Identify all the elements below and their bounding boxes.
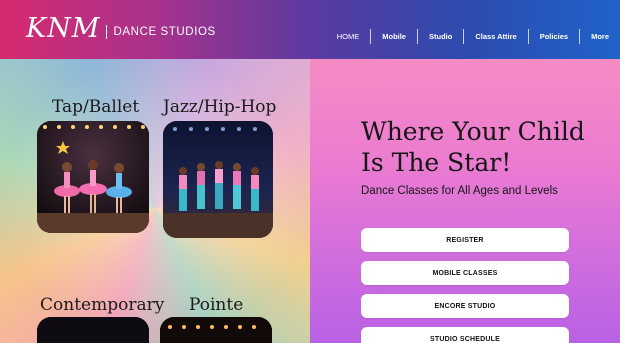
nav-policies[interactable]: Policies xyxy=(529,29,579,44)
contemporary-image xyxy=(37,317,149,343)
logo-text: KNM xyxy=(26,13,101,44)
hero-subheadline: Dance Classes for All Ages and Levels xyxy=(361,185,558,197)
logo-subtitle: DANCE STUDIOS xyxy=(113,25,216,38)
site-logo[interactable]: KNM DANCE STUDIOS xyxy=(26,13,216,44)
nav-class-attire[interactable]: Class Attire xyxy=(464,29,527,44)
nav-mobile[interactable]: Mobile xyxy=(371,29,417,44)
jazz-hip-hop-photo[interactable] xyxy=(163,121,273,238)
nav-studio[interactable]: Studio xyxy=(418,29,463,44)
pointe-photo[interactable] xyxy=(160,317,272,343)
main-nav: HOME Mobile Studio Class Attire Policies… xyxy=(326,29,620,44)
mobile-classes-button[interactable]: MOBILE CLASSES xyxy=(361,261,569,285)
category-label-tap-ballet: Tap/Ballet xyxy=(52,97,140,117)
pointe-image xyxy=(160,317,272,343)
logo-divider xyxy=(106,24,108,39)
hero-panel: Where Your Child Is The Star! Dance Clas… xyxy=(310,59,620,343)
nav-home[interactable]: HOME xyxy=(326,29,371,44)
contemporary-photo[interactable] xyxy=(37,317,149,343)
studio-schedule-button[interactable]: STUDIO SCHEDULE xyxy=(361,327,569,343)
class-categories-panel: Tap/Ballet Jazz/Hip-Hop Contemporary Poi… xyxy=(0,59,310,343)
category-label-pointe: Pointe xyxy=(189,295,244,315)
category-label-contemporary: Contemporary xyxy=(40,295,165,315)
encore-studio-button[interactable]: ENCORE STUDIO xyxy=(361,294,569,318)
hero-headline: Where Your Child Is The Star! xyxy=(361,117,585,177)
category-label-jazz-hip-hop: Jazz/Hip-Hop xyxy=(163,97,277,117)
jazz-hip-hop-image xyxy=(163,121,273,238)
register-button[interactable]: REGISTER xyxy=(361,228,569,252)
tap-ballet-photo[interactable] xyxy=(37,121,149,233)
nav-more[interactable]: More xyxy=(580,29,620,44)
tap-ballet-image xyxy=(37,121,149,233)
site-header: KNM DANCE STUDIOS HOME Mobile Studio Cla… xyxy=(0,0,620,59)
